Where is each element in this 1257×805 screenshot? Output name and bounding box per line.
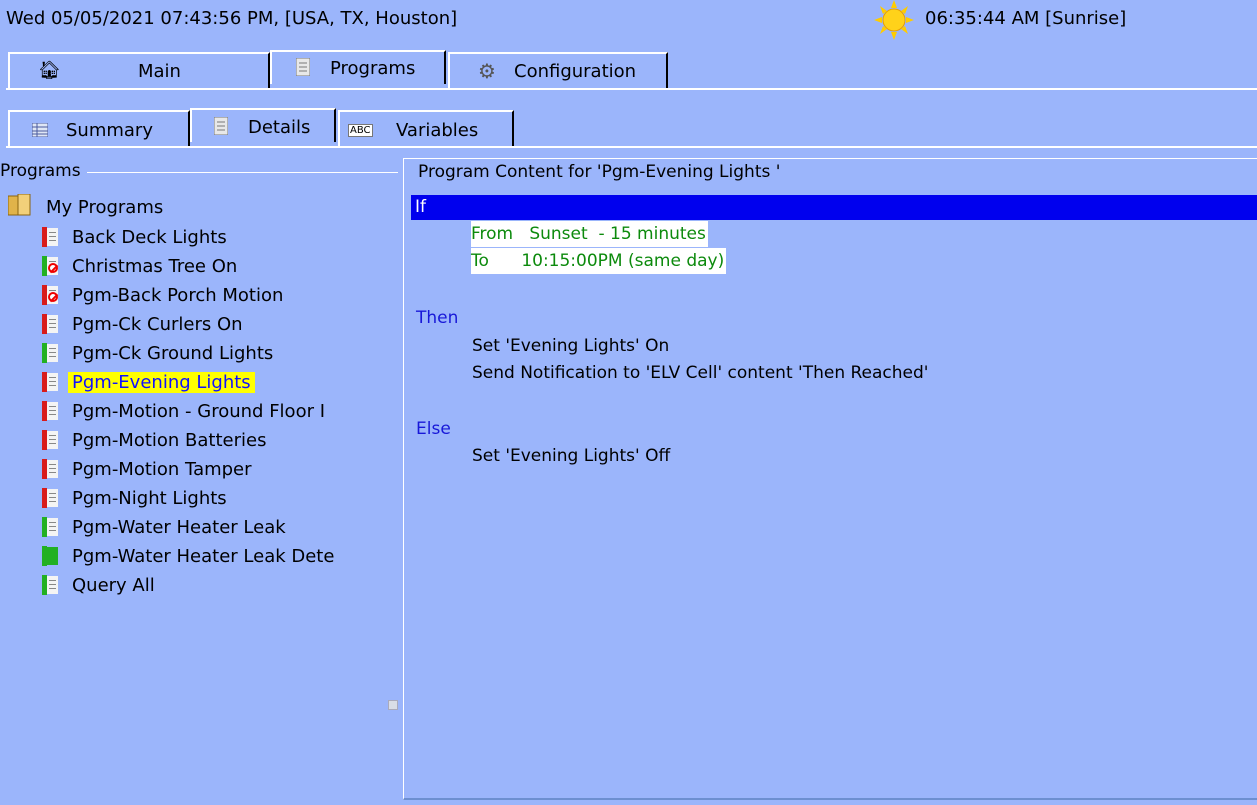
tab-details[interactable]: Details [190,108,336,142]
program-item-label: Pgm-Water Heater Leak Dete [72,545,335,567]
then-label[interactable]: Then [416,308,458,328]
program-icon [42,459,58,479]
program-item-label: Query All [72,574,155,596]
program-item-label: Pgm-Ck Ground Lights [72,342,274,364]
tree-root-label: My Programs [46,196,164,218]
program-disabled-icon [42,285,58,305]
tab-summary-label: Summary [66,120,153,141]
else-label[interactable]: Else [416,419,451,439]
tab-configuration-label: Configuration [514,61,637,82]
wrench-icon: ⚙︎ [478,59,496,83]
datetime-location-label: Wed 05/05/2021 07:43:56 PM, [USA, TX, Ho… [6,8,458,29]
document-icon [295,57,311,81]
sun-icon [874,0,914,40]
table-icon [31,121,49,142]
program-content-title: Program Content for 'Pgm-Evening Lights … [418,162,787,182]
program-item[interactable]: Pgm-Water Heater Leak [42,513,290,541]
program-icon [42,343,58,363]
status-bar: Wed 05/05/2021 07:43:56 PM, [USA, TX, Ho… [0,0,1257,40]
program-item[interactable]: Pgm-Motion Batteries [42,426,270,454]
condition-to[interactable]: To 10:15:00PM (same day) [471,248,727,274]
main-tab-strip-line [6,88,1257,90]
tab-programs[interactable]: Programs [270,50,446,84]
tab-details-label: Details [248,117,311,138]
tab-main[interactable]: 🏠︎ Main [8,52,270,88]
then-action[interactable]: Send Notification to 'ELV Cell' content … [472,363,928,383]
program-item[interactable]: Pgm-Water Heater Leak Dete [42,542,338,570]
program-item-label: Back Deck Lights [72,226,227,248]
program-icon [42,517,58,537]
program-item-label: Pgm-Motion Tamper [72,458,252,480]
program-item[interactable]: Pgm-Evening Lights [42,368,255,396]
program-icon [42,430,58,450]
program-item-label: Pgm-Back Porch Motion [72,284,284,306]
if-row[interactable]: If [411,195,1257,220]
program-icon [42,314,58,334]
home-icon: 🏠︎ [38,60,61,81]
program-item[interactable]: Pgm-Ck Ground Lights [42,339,277,367]
condition-from[interactable]: From Sunset - 15 minutes [471,221,708,247]
program-icon [42,372,58,392]
program-item[interactable]: Pgm-Motion Tamper [42,455,256,483]
tab-variables[interactable]: ABC Variables [338,110,514,146]
if-label: If [415,197,426,217]
sunrise-time-label: 06:35:44 AM [Sunrise] [925,8,1127,29]
folder-icon [7,193,32,221]
sub-tab-strip-line [6,146,1257,148]
program-item[interactable]: Query All [42,571,159,599]
tab-main-label: Main [138,61,181,82]
program-item-label: Pgm-Motion - Ground Floor I [72,400,326,422]
program-icon [42,227,58,247]
program-item[interactable]: Pgm-Ck Curlers On [42,310,247,338]
program-item[interactable]: Back Deck Lights [42,223,231,251]
then-action[interactable]: Set 'Evening Lights' On [472,336,669,356]
program-icon [42,488,58,508]
tree-root-my-programs[interactable]: My Programs [7,193,167,221]
program-item-label: Pgm-Ck Curlers On [72,313,243,335]
else-action[interactable]: Set 'Evening Lights' Off [472,446,670,466]
program-item[interactable]: Pgm-Night Lights [42,484,231,512]
programs-panel-title: Programs [0,161,87,181]
splitter-handle[interactable] [388,700,398,710]
program-item-label: Pgm-Evening Lights [68,371,255,393]
document-icon [213,116,229,140]
tab-programs-label: Programs [330,58,416,79]
program-item[interactable]: Pgm-Back Porch Motion [42,281,287,309]
abc-icon: ABC [348,124,373,137]
program-item-label: Pgm-Night Lights [72,487,227,509]
program-icon [42,546,58,566]
program-icon [42,575,58,595]
program-icon [42,401,58,421]
tab-configuration[interactable]: ⚙︎ Configuration [448,52,668,88]
program-item-label: Pgm-Water Heater Leak [72,516,286,538]
program-item-label: Pgm-Motion Batteries [72,429,267,451]
program-disabled-icon [42,256,58,276]
program-item-label: Christmas Tree On [72,255,238,277]
tab-summary[interactable]: Summary [8,110,190,146]
tab-variables-label: Variables [396,120,479,141]
program-item[interactable]: Christmas Tree On [42,252,241,280]
program-item[interactable]: Pgm-Motion - Ground Floor I [42,397,329,425]
